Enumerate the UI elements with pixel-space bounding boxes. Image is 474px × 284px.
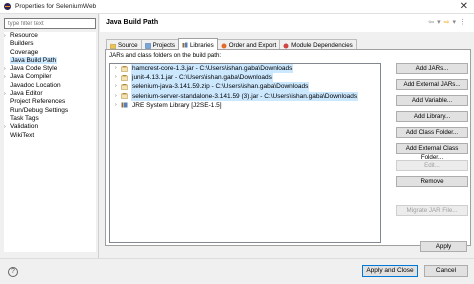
library-item[interactable]: › hamcrest-core-1.3.jar - C:\Users\ishan.… [110, 64, 380, 74]
tree-item-label: Coverage [10, 48, 39, 56]
title-bar: Properties for SeleniumWeb ✕ [0, 0, 474, 14]
dropdown-icon[interactable]: ▾ [437, 18, 441, 26]
tree-item-label: Java Code Style [10, 65, 58, 73]
tab-libraries[interactable]: Libraries [177, 38, 218, 50]
tab-label: Module Dependencies [291, 42, 353, 49]
add-jars-button[interactable]: Add JARs... [396, 63, 468, 74]
property-tree: › Resource Builders Coverage Java Build Path… [4, 32, 96, 252]
tree-item[interactable]: Coverage [4, 49, 96, 57]
tree-item-label: Validation [10, 123, 39, 131]
tree-item-label: Task Tags [10, 114, 39, 122]
eclipse-icon [4, 3, 11, 10]
left-pane: › ResourceBuildersCoverageJava Build Path… [4, 18, 96, 253]
migrate-jar-button[interactable]: Migrate JAR File... [396, 205, 468, 216]
tree-item[interactable]: › Validation [4, 123, 96, 131]
nav-buttons: ⇦ ▾ ⇨ ▾ ⋮ [428, 18, 466, 26]
menu-icon[interactable]: ⋮ [459, 18, 466, 26]
tree-item-label: Javadoc Location [10, 81, 61, 89]
jar-icon [121, 83, 128, 90]
tree-item[interactable]: Project References [4, 98, 96, 106]
apply-button[interactable]: Apply [420, 241, 467, 252]
tab-label: Source [118, 42, 138, 49]
add-variable-button[interactable]: Add Variable... [396, 95, 468, 106]
tree-item[interactable]: Builders [4, 40, 96, 48]
tab-label: Order and Export [228, 42, 277, 49]
bottom-bar: ? Apply and Close Cancel [0, 258, 474, 284]
apply-and-close-button[interactable]: Apply and Close [362, 265, 418, 277]
library-list[interactable]: › hamcrest-core-1.3.jar - C:\Users\ishan.… [109, 63, 381, 243]
library-item[interactable]: › selenium-server-standalone-3.141.59 (3)… [110, 91, 380, 101]
library-item[interactable]: › selenium-java-3.141.59.zip - C:\Users\i… [110, 82, 380, 92]
add-external-class-folder-button[interactable]: Add External Class Folder... [396, 143, 468, 161]
tree-item[interactable]: Run/Debug Settings [4, 107, 96, 115]
page-title: Java Build Path [100, 14, 474, 32]
cancel-button[interactable]: Cancel [424, 265, 468, 277]
tree-item-label: Java Compiler [10, 73, 52, 81]
tree-item-label: Resource [10, 32, 38, 39]
right-pane: Java Build Path ⇦ ▾ ⇨ ▾ ⋮ Source Projects… [100, 14, 474, 258]
tree-item-label: Builders [10, 40, 34, 48]
tree-item[interactable]: › Java Compiler [4, 73, 96, 81]
dropdown-icon[interactable]: ▾ [452, 18, 456, 26]
jar-icon [121, 74, 128, 81]
forward-icon[interactable]: ⇨ [444, 18, 450, 26]
add-class-folder-button[interactable]: Add Class Folder... [396, 127, 468, 138]
back-icon[interactable]: ⇦ [428, 18, 434, 26]
tree-item[interactable]: › Java Editor [4, 90, 96, 98]
help-icon[interactable]: ? [8, 267, 18, 277]
library-item-label: selenium-java-3.141.59.zip - C:\Users\is… [131, 82, 310, 92]
tree-item-label: Project References [10, 98, 66, 106]
jar-icon [121, 65, 128, 72]
library-icon [121, 102, 128, 108]
expand-arrow-icon[interactable]: › [4, 32, 6, 40]
expand-arrow-icon[interactable]: › [4, 65, 6, 73]
tree-item[interactable]: › Resource [4, 32, 96, 40]
expand-arrow-icon[interactable]: › [4, 90, 6, 98]
filter-input[interactable] [4, 18, 96, 29]
libraries-icon [182, 42, 188, 48]
order-export-icon [221, 43, 227, 49]
module-dependencies-icon [283, 43, 289, 49]
remove-button[interactable]: Remove [396, 176, 468, 187]
add-external-jars-button[interactable]: Add External JARs... [396, 79, 468, 90]
tree-item[interactable]: WikiText [4, 132, 96, 140]
tree-item-label: Run/Debug Settings [10, 106, 69, 114]
window-title: Properties for SeleniumWeb [15, 3, 97, 10]
library-item[interactable]: › JRE System Library [J2SE-1.5] [110, 101, 380, 110]
expand-arrow-icon[interactable]: › [4, 73, 6, 81]
close-icon[interactable]: ✕ [460, 1, 468, 13]
tree-item[interactable]: Javadoc Location [4, 82, 96, 90]
library-item[interactable]: › junit-4.13.1.jar - C:\Users\ishan.gaba\… [110, 73, 380, 83]
library-item-label: selenium-server-standalone-3.141.59 (3).… [131, 91, 359, 101]
tab-label: Projects [152, 42, 175, 49]
libraries-label: JARs and class folders on the build path… [109, 52, 222, 59]
library-item-label: junit-4.13.1.jar - C:\Users\ishan.gaba\D… [131, 73, 273, 83]
button-column: Add JARs... Add External JARs... Add Var… [396, 63, 468, 221]
library-item-label: hamcrest-core-1.3.jar - C:\Users\ishan.g… [131, 64, 294, 74]
expand-arrow-icon[interactable]: › [4, 123, 6, 131]
projects-icon [144, 42, 151, 49]
tab-label: Libraries [189, 41, 214, 49]
edit-button[interactable]: Edit... [396, 160, 468, 171]
tree-item[interactable]: › Java Code Style [4, 65, 96, 73]
libraries-panel: JARs and class folders on the build path… [105, 49, 471, 246]
pane-divider[interactable] [98, 14, 99, 258]
tree-item-label: Java Build Path [10, 56, 58, 64]
tree-item[interactable]: Task Tags [4, 115, 96, 123]
tree-item-label: WikiText [10, 131, 35, 139]
tree-item-label: Java Editor [10, 90, 43, 98]
add-library-button[interactable]: Add Library... [396, 111, 468, 122]
library-item-label: JRE System Library [J2SE-1.5] [132, 101, 222, 109]
tree-item[interactable]: Java Build Path [4, 56, 96, 65]
source-folder-icon [110, 43, 116, 49]
jar-icon [121, 93, 128, 99]
